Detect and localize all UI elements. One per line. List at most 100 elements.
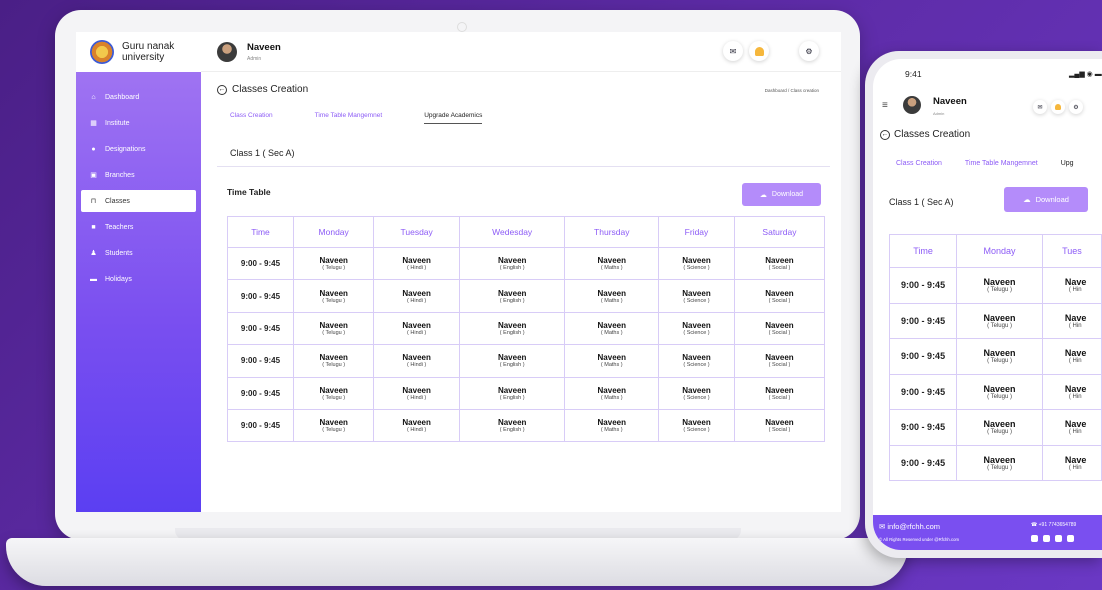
period-cell[interactable]: Naveen( Social )	[733, 246, 826, 281]
period-cell[interactable]: Naveen( Hindi )	[373, 246, 460, 281]
mail-icon[interactable]: ✉	[723, 41, 743, 61]
period-cell[interactable]: Naveen( Hindi )	[373, 408, 460, 443]
teacher-name: Naveen	[319, 353, 348, 363]
period-cell[interactable]: Naveen( Social )	[733, 408, 826, 443]
period-cell[interactable]: Naveen( Science )	[658, 408, 735, 443]
sidebar-item-students[interactable]: ♟ Students	[81, 242, 196, 264]
col-header-thursday: Thursday	[564, 216, 660, 248]
period-cell[interactable]: Naveen( Telugu )	[956, 409, 1043, 446]
period-cell[interactable]: Naveen( Hindi )	[373, 344, 460, 378]
brand[interactable]: Guru nanak university	[76, 32, 201, 72]
period-cell[interactable]: Naveen( Telugu )	[292, 376, 375, 410]
subject-name: ( Maths )	[600, 265, 623, 272]
period-cell[interactable]: Naveen( Telugu )	[956, 338, 1043, 375]
period-cell[interactable]: Naveen( Social )	[733, 279, 826, 313]
bell-icon[interactable]	[749, 41, 769, 61]
period-cell[interactable]: Nave( Hin	[1041, 302, 1102, 339]
period-cell[interactable]: Naveen( English )	[458, 311, 566, 346]
period-cell[interactable]: Naveen( Science )	[658, 311, 735, 346]
sidebar-item-institute[interactable]: ▦ Institute	[81, 112, 196, 134]
tab-upgrade-academics[interactable]: Upgrade Academics	[424, 112, 483, 124]
period-cell[interactable]: Naveen( Maths )	[564, 279, 660, 313]
tab-upgrade-academics[interactable]: Upg	[1061, 160, 1074, 171]
period-cell[interactable]: Naveen( Telugu )	[956, 302, 1043, 339]
time-cell: 9:00 - 9:45	[227, 408, 294, 443]
period-cell[interactable]: Naveen( Hindi )	[373, 311, 460, 346]
whatsapp-icon[interactable]	[1067, 535, 1074, 542]
status-clock: 9:41	[905, 69, 922, 79]
period-cell[interactable]: Naveen( Telugu )	[292, 279, 375, 313]
period-cell[interactable]: Naveen( Maths )	[564, 246, 660, 281]
period-cell[interactable]: Naveen( Maths )	[564, 408, 660, 443]
tab-time-table-management[interactable]: Time Table Mangemnet	[315, 112, 383, 124]
subject-name: ( Science )	[683, 427, 710, 434]
teacher-name: Naveen	[597, 288, 626, 298]
sidebar-item-dashboard[interactable]: ⌂ Dashboard	[81, 86, 196, 108]
avatar[interactable]	[217, 41, 237, 62]
period-cell[interactable]: Naveen( Hindi )	[373, 279, 460, 313]
sidebar-item-designations[interactable]: ● Designations	[81, 138, 196, 160]
instagram-icon[interactable]	[1031, 535, 1038, 542]
tab-class-creation[interactable]: Class Creation	[230, 112, 273, 124]
back-arrow-icon[interactable]: ←	[880, 129, 890, 140]
period-cell[interactable]: Naveen( Science )	[658, 376, 735, 410]
period-cell[interactable]: Naveen( Telugu )	[292, 408, 375, 443]
subject-name: ( English )	[499, 362, 525, 369]
sidebar-item-teachers[interactable]: ■ Teachers	[81, 216, 196, 238]
mail-icon[interactable]: ✉	[1033, 100, 1047, 114]
col-header-friday: Friday	[658, 216, 735, 248]
sidebar-item-branches[interactable]: ▣ Branches	[81, 164, 196, 186]
hamburger-menu-icon[interactable]: ≡	[882, 100, 888, 111]
period-cell[interactable]: Naveen( Maths )	[564, 311, 660, 346]
footer-email[interactable]: ✉ info@rfchh.com	[879, 522, 940, 531]
period-cell[interactable]: Naveen( Telugu )	[292, 344, 375, 378]
download-button[interactable]: ☁ Download	[1004, 187, 1088, 212]
period-cell[interactable]: Naveen( English )	[458, 344, 566, 378]
teacher-name: Naveen	[983, 383, 1016, 394]
university-logo	[90, 40, 114, 64]
period-cell[interactable]: Naveen( Telugu )	[292, 246, 375, 281]
period-cell[interactable]: Nave( Hin	[1041, 267, 1102, 304]
tab-class-creation[interactable]: Class Creation	[896, 160, 942, 171]
subject-name: ( Social )	[768, 265, 791, 272]
period-cell[interactable]: Naveen( Maths )	[564, 376, 660, 410]
period-cell[interactable]: Naveen( English )	[458, 246, 566, 281]
teacher-name: Naveen	[319, 385, 348, 395]
bell-icon[interactable]	[1051, 100, 1065, 114]
period-cell[interactable]: Nave( Hin	[1041, 373, 1102, 410]
subject-name: ( Telugu )	[987, 429, 1012, 436]
period-cell[interactable]: Nave( Hin	[1041, 444, 1102, 481]
youtube-icon[interactable]	[1055, 535, 1062, 542]
download-button[interactable]: ☁ Download	[742, 183, 821, 206]
period-cell[interactable]: Naveen( Science )	[658, 279, 735, 313]
period-cell[interactable]: Naveen( Maths )	[564, 344, 660, 378]
period-cell[interactable]: Naveen( Telugu )	[292, 311, 375, 346]
period-cell[interactable]: Naveen( English )	[458, 279, 566, 313]
period-cell[interactable]: Naveen( English )	[458, 376, 566, 410]
sidebar-item-classes[interactable]: ⊓ Classes	[81, 190, 196, 212]
period-cell[interactable]: Naveen( English )	[458, 408, 566, 443]
period-cell[interactable]: Naveen( Science )	[658, 344, 735, 378]
period-cell[interactable]: Naveen( Telugu )	[956, 267, 1043, 304]
tab-time-table-management[interactable]: Time Table Mangemnet	[965, 160, 1038, 171]
period-cell[interactable]: Naveen( Social )	[733, 376, 826, 410]
home-icon: ⌂	[91, 93, 96, 101]
period-cell[interactable]: Naveen( Science )	[658, 246, 735, 281]
class-label: Class 1 ( Sec A)	[889, 197, 954, 207]
period-cell[interactable]: Nave( Hin	[1041, 409, 1102, 446]
subject-name: ( Maths )	[600, 427, 623, 434]
settings-icon[interactable]: ⚙	[799, 41, 819, 61]
back-arrow-icon[interactable]: ←	[217, 84, 227, 95]
period-cell[interactable]: Naveen( Social )	[733, 344, 826, 378]
teacher-name: Naveen	[597, 256, 626, 266]
footer-phone[interactable]: ☎ +91 7743654789	[1031, 522, 1076, 528]
period-cell[interactable]: Naveen( Telugu )	[956, 444, 1043, 481]
period-cell[interactable]: Naveen( Telugu )	[956, 373, 1043, 410]
period-cell[interactable]: Naveen( Hindi )	[373, 376, 460, 410]
period-cell[interactable]: Naveen( Social )	[733, 311, 826, 346]
settings-icon[interactable]: ⚙	[1069, 100, 1083, 114]
period-cell[interactable]: Nave( Hin	[1041, 338, 1102, 375]
facebook-icon[interactable]	[1043, 535, 1050, 542]
avatar[interactable]	[903, 96, 921, 114]
sidebar-item-holidays[interactable]: ▬ Holidays	[81, 268, 196, 290]
